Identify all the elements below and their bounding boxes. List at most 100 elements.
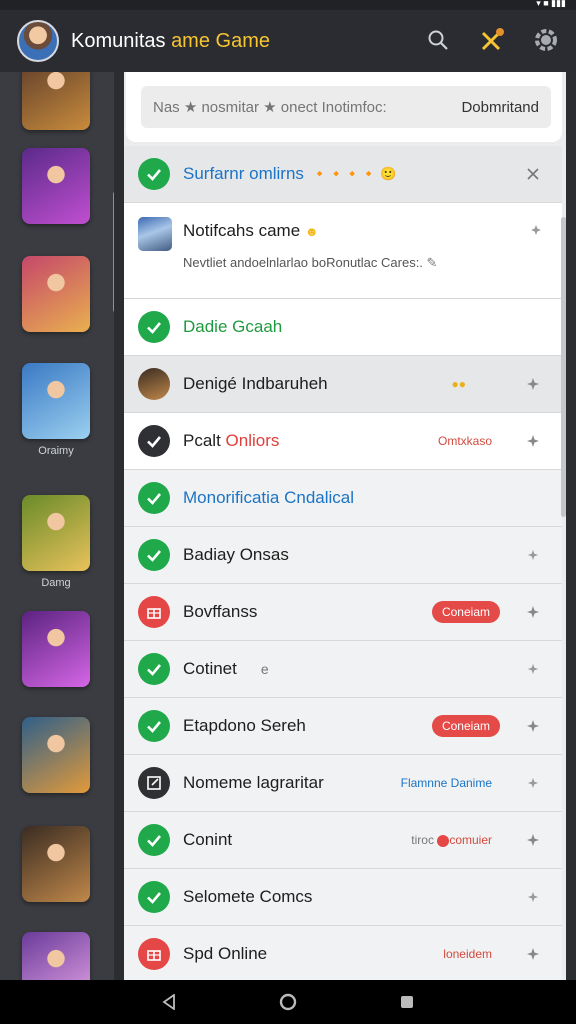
list-item[interactable]: Dadie Gcaah: [124, 299, 562, 356]
game-tile[interactable]: [22, 717, 90, 793]
list-item-label: Cotinet: [183, 659, 237, 678]
game-thumbnail: [138, 217, 172, 251]
search-icon: [428, 30, 448, 50]
more-icon: [527, 378, 539, 390]
edit-icon: [138, 767, 170, 799]
list-item[interactable]: Nomeme lagraritar Flamnne Danime: [124, 755, 562, 812]
check-icon: [138, 710, 170, 742]
search-filter-label[interactable]: Dobmritand: [461, 99, 539, 116]
app-bar: Komunitas ame Game: [0, 10, 576, 72]
home-button[interactable]: [277, 991, 299, 1013]
more-button[interactable]: [524, 603, 542, 621]
list-item[interactable]: Spd Online loneidem: [124, 926, 562, 980]
list-item[interactable]: Etapdono Sereh Coneiam: [124, 698, 562, 755]
back-button[interactable]: [158, 991, 180, 1013]
status-badge[interactable]: Coneiam: [431, 601, 500, 623]
tools-icon: [481, 28, 504, 51]
list-item[interactable]: Pcalt Onliors Omtxkaso: [124, 413, 562, 470]
list-item[interactable]: Conint tiroc comuier: [124, 812, 562, 869]
game-sidebar: Oraimy Damg: [0, 72, 114, 980]
list-item-meta: tiroc comuier: [411, 833, 492, 847]
main-panel: Dobmritand Surfarnr omlirns 🔸🔸🔸🔸 🙂 Notif…: [124, 72, 566, 980]
list-item[interactable]: Cotinet e: [124, 641, 562, 698]
tools-button[interactable]: [476, 24, 508, 56]
check-icon: [138, 311, 170, 343]
list-item-meta: Omtxkaso: [437, 434, 492, 448]
game-tile[interactable]: [22, 611, 90, 687]
list-item[interactable]: Badiay Onsas: [124, 527, 562, 584]
list-scrollbar[interactable]: [561, 217, 566, 517]
more-button[interactable]: [524, 717, 542, 735]
list-item[interactable]: Denigé Indbaruheh ●●: [124, 356, 562, 413]
search-card: Dobmritand: [126, 72, 562, 142]
more-button[interactable]: [530, 223, 542, 241]
avatar[interactable]: [17, 20, 59, 62]
game-tile-label: Oraimy: [38, 445, 74, 457]
more-icon: [527, 720, 539, 732]
list-item[interactable]: Bovffanss Coneiam: [124, 584, 562, 641]
status-bar: ▾ ■ ▮▮▮: [0, 0, 576, 10]
more-button[interactable]: [524, 546, 542, 564]
game-tile[interactable]: [22, 495, 90, 571]
check-icon: [138, 425, 170, 457]
more-button[interactable]: [524, 774, 542, 792]
sidebar-scrollbar[interactable]: [113, 192, 114, 312]
gift-icon: [138, 938, 170, 970]
list-item[interactable]: Selomete Comcs: [124, 869, 562, 926]
back-icon: [162, 994, 176, 1010]
game-tile[interactable]: [22, 932, 90, 980]
gift-icon: [138, 596, 170, 628]
more-button[interactable]: [524, 375, 542, 393]
summary-emoji: 🔸🔸🔸🔸 🙂: [311, 166, 397, 181]
list-item-label: Monorificatia Cndalical: [183, 488, 355, 507]
list-item-label: Spd Online: [183, 944, 268, 963]
recents-button[interactable]: [396, 991, 418, 1013]
search-button[interactable]: [422, 24, 454, 56]
check-icon: [138, 881, 170, 913]
summary-row[interactable]: Surfarnr omlirns 🔸🔸🔸🔸 🙂: [124, 146, 562, 203]
game-tile-label: Damg: [41, 577, 71, 589]
check-icon: [138, 824, 170, 856]
home-icon: [279, 993, 297, 1011]
more-icon: [527, 549, 539, 561]
game-tile[interactable]: [22, 72, 90, 130]
game-tile[interactable]: [22, 148, 90, 224]
search-bar[interactable]: Dobmritand: [141, 86, 551, 128]
check-icon: [138, 482, 170, 514]
game-tile[interactable]: [22, 256, 90, 332]
more-icon: [527, 891, 539, 903]
search-input[interactable]: [153, 98, 423, 116]
check-icon: [138, 653, 170, 685]
more-icon: [527, 435, 539, 447]
more-icon: [527, 834, 539, 846]
settings-button[interactable]: [530, 24, 562, 56]
game-tile[interactable]: [22, 363, 90, 439]
list-item[interactable]: Monorificatia Cndalical: [124, 470, 562, 527]
summary-label: Surfarnr omlirns: [183, 164, 304, 183]
close-button[interactable]: [524, 165, 542, 183]
avatar: [138, 368, 170, 400]
coin-icon: ●●: [451, 377, 467, 391]
more-icon: [527, 948, 539, 960]
more-icon: [527, 606, 539, 618]
list-item-label: Denigé Indbaruheh: [183, 374, 328, 393]
list-item-label: Bovffanss: [183, 602, 258, 621]
list-item-label: Selomete Comcs: [183, 887, 313, 906]
more-button[interactable]: [524, 831, 542, 849]
list-item-meta: Flamnne Danime: [400, 776, 492, 790]
check-icon: [138, 158, 170, 190]
list-item-label: Dadie Gcaah: [183, 317, 283, 336]
more-button[interactable]: [524, 660, 542, 678]
more-icon: [527, 777, 539, 789]
notification-title: Notifcahs came ☻: [183, 221, 319, 240]
more-button[interactable]: [524, 888, 542, 906]
system-nav-bar: [0, 980, 576, 1024]
more-button[interactable]: [524, 945, 542, 963]
more-button[interactable]: [524, 432, 542, 450]
more-icon: [527, 663, 539, 675]
notification-card[interactable]: Notifcahs came ☻ Nevtliet andoelnlarlao …: [124, 203, 562, 299]
list-item-label: Pcalt Onliors: [183, 431, 280, 450]
list-item-extra: e: [260, 661, 269, 677]
game-tile[interactable]: [22, 826, 90, 902]
status-badge[interactable]: Coneiam: [431, 715, 500, 737]
